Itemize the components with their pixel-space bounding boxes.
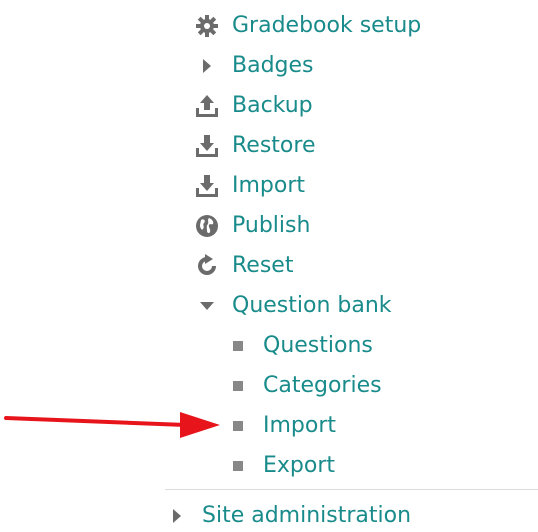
menu-item-import[interactable]: Import (192, 170, 305, 202)
caret-down-icon (192, 291, 222, 321)
course-administration-menu: Gradebook setup Badges Backup Restore Im… (0, 0, 538, 528)
menu-item-label: Restore (232, 133, 316, 158)
menu-item-question-bank[interactable]: Question bank (192, 290, 392, 322)
menu-item-publish[interactable]: Publish (192, 210, 310, 242)
square-bullet-icon (233, 341, 243, 351)
square-bullet-icon (233, 461, 243, 471)
menu-item-backup[interactable]: Backup (192, 90, 313, 122)
submenu-item-categories[interactable]: Categories (223, 370, 382, 402)
submenu-item-import[interactable]: Import (223, 410, 336, 442)
menu-item-site-administration[interactable]: Site administration (162, 500, 411, 532)
upload-icon (192, 91, 222, 121)
menu-item-label: Backup (232, 93, 313, 118)
section-divider (165, 489, 538, 490)
globe-icon (192, 211, 222, 241)
submenu-item-label: Import (263, 413, 337, 438)
menu-item-label: Site administration (202, 503, 412, 528)
refresh-icon (192, 251, 222, 281)
submenu-item-questions[interactable]: Questions (223, 330, 373, 362)
submenu-item-label: Categories (263, 373, 382, 398)
menu-item-reset[interactable]: Reset (192, 250, 293, 282)
menu-item-gradebook-setup[interactable]: Gradebook setup (192, 10, 421, 42)
submenu-item-label: Export (263, 453, 336, 478)
annotation-arrow-icon (4, 412, 220, 438)
menu-item-label: Reset (232, 253, 294, 278)
download-icon (192, 131, 222, 161)
menu-item-label: Badges (232, 53, 314, 78)
download-icon (192, 171, 222, 201)
submenu-item-label: Questions (263, 333, 373, 358)
menu-item-label: Question bank (232, 293, 392, 318)
menu-item-label: Gradebook setup (232, 13, 422, 38)
gear-icon (192, 11, 222, 41)
caret-right-icon (192, 51, 222, 81)
square-bullet-icon (233, 381, 243, 391)
menu-item-label: Publish (232, 213, 311, 238)
menu-item-badges[interactable]: Badges (192, 50, 314, 82)
menu-item-label: Import (232, 173, 306, 198)
square-bullet-icon (233, 421, 243, 431)
menu-item-restore[interactable]: Restore (192, 130, 315, 162)
submenu-item-export[interactable]: Export (223, 450, 335, 482)
